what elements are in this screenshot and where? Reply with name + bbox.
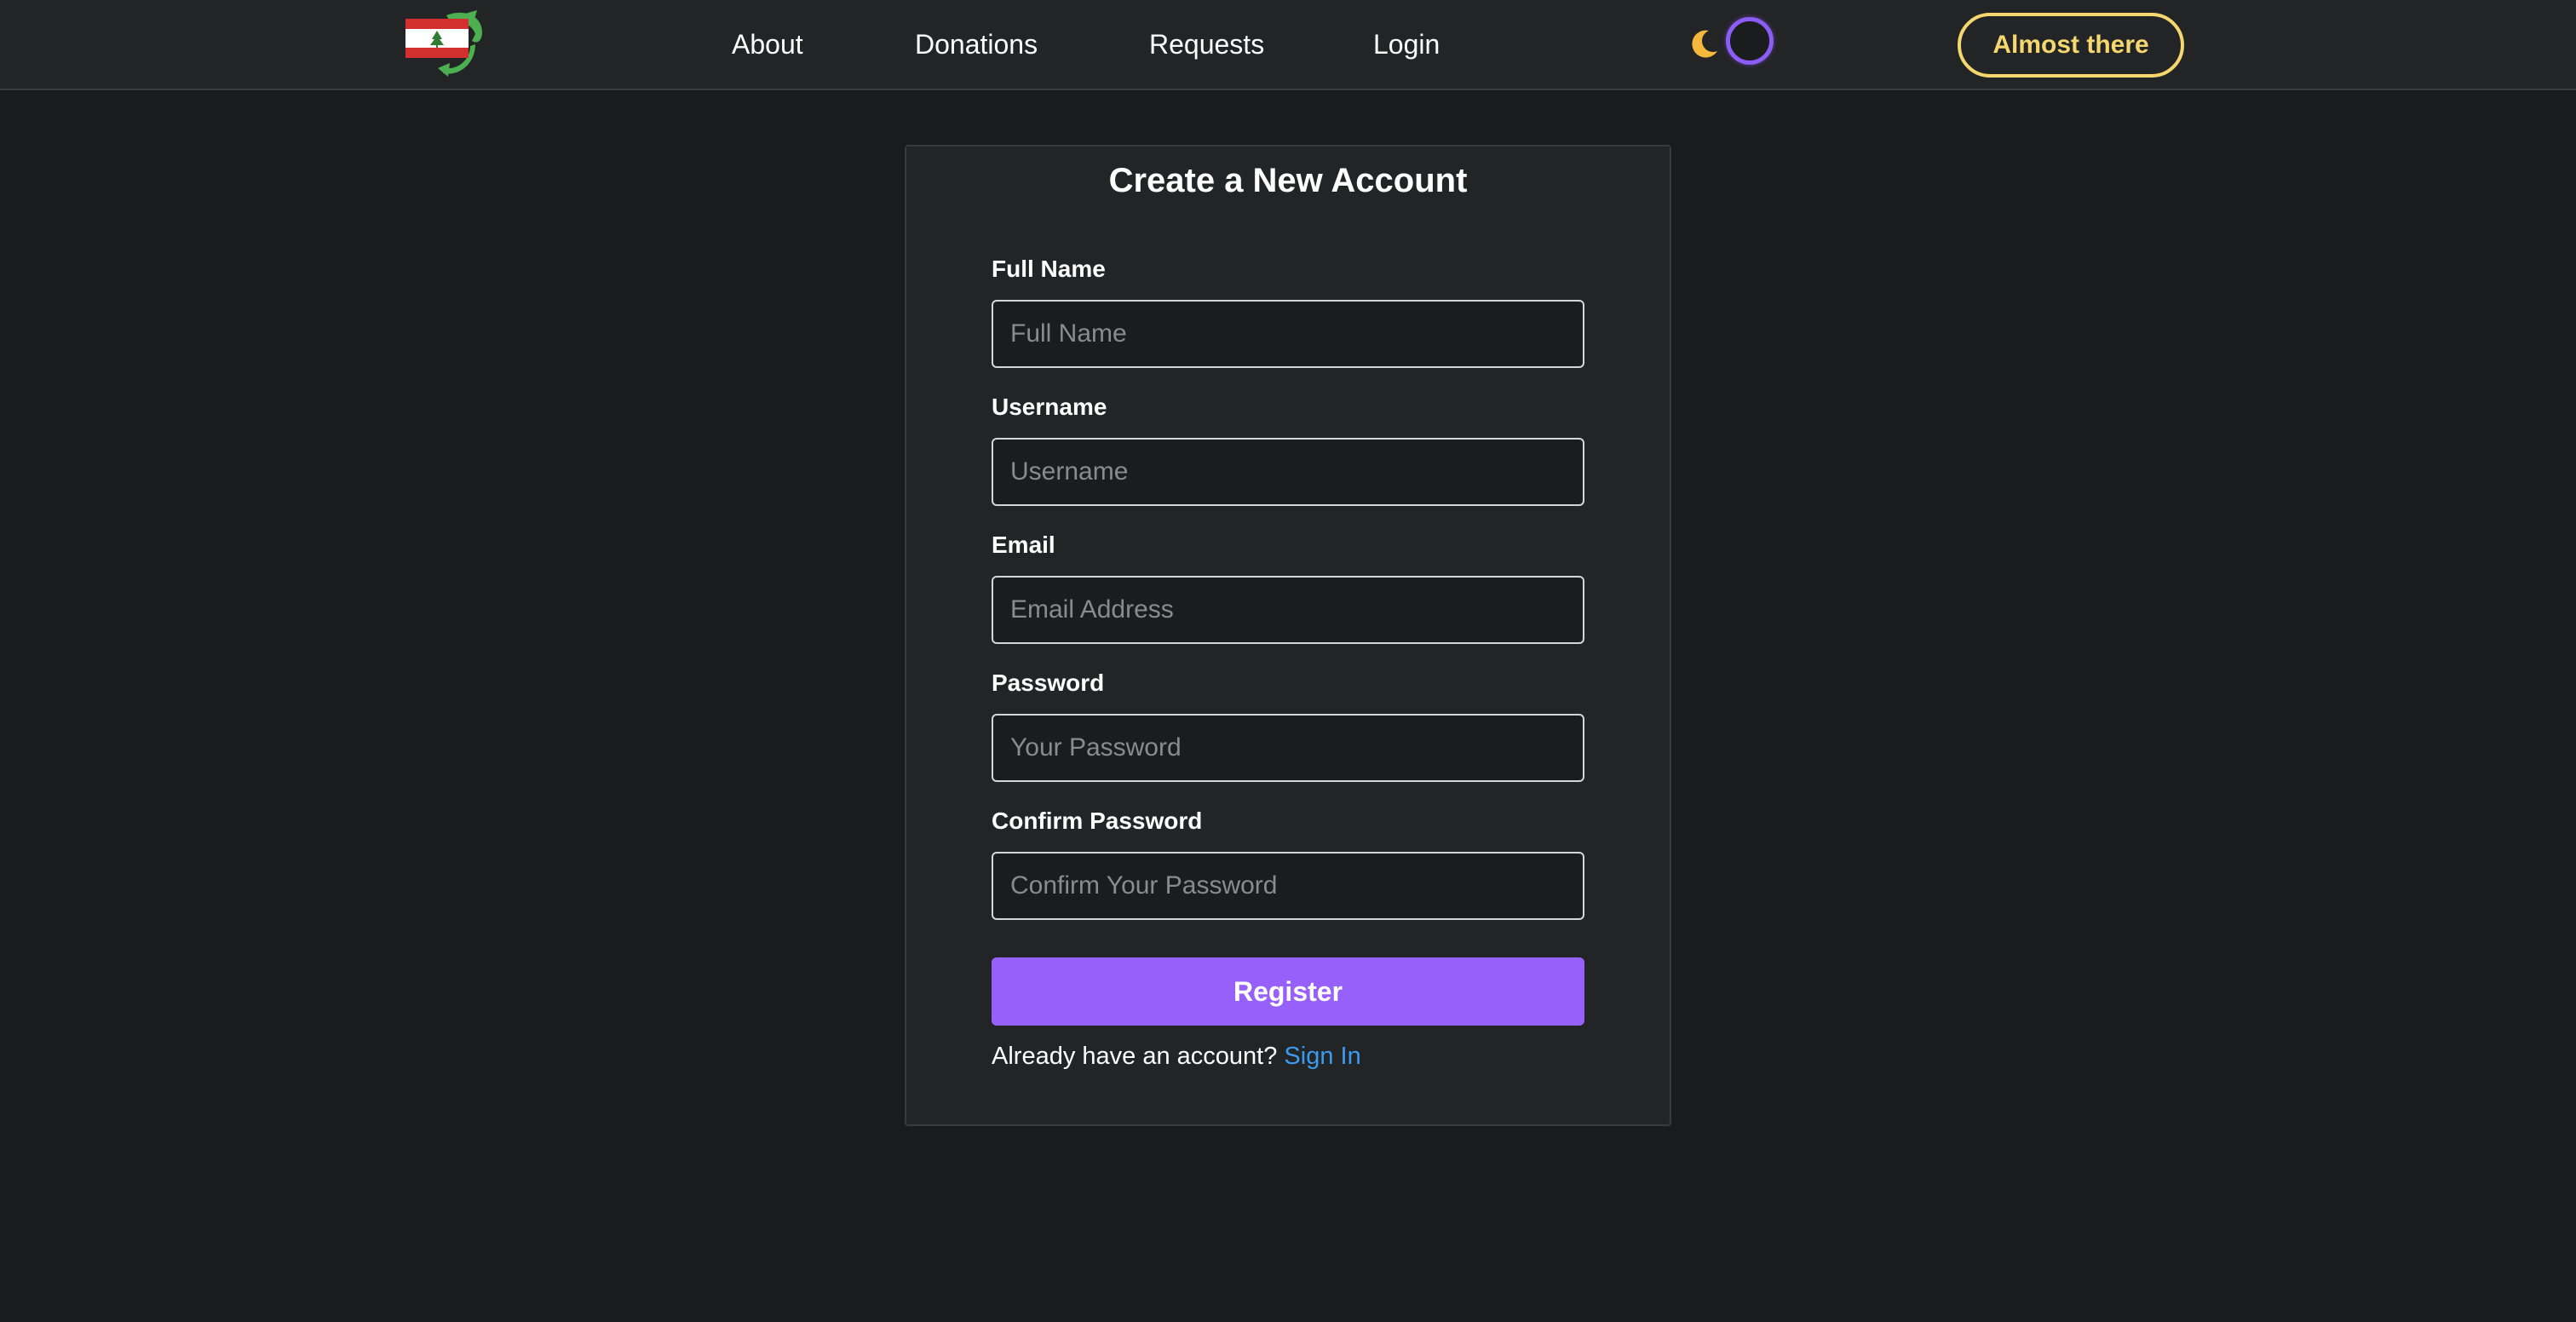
nav-about-link[interactable]: About xyxy=(732,29,803,60)
nav-requests-link[interactable]: Requests xyxy=(1149,29,1264,60)
confirm-password-label: Confirm Password xyxy=(992,808,1203,834)
signin-prompt: Already have an account? Sign In xyxy=(992,1043,1361,1071)
password-label: Password xyxy=(992,670,1105,696)
username-label: Username xyxy=(992,394,1107,420)
username-input[interactable] xyxy=(992,438,1584,506)
signin-prompt-text: Already have an account? xyxy=(992,1043,1278,1070)
theme-toggle[interactable] xyxy=(1687,14,1780,75)
full-name-label: Full Name xyxy=(992,256,1106,282)
register-card: Create a New Account Full Name Username … xyxy=(905,145,1671,1126)
logo-icon[interactable] xyxy=(404,7,486,78)
sign-in-link[interactable]: Sign In xyxy=(1284,1043,1360,1070)
full-name-input[interactable] xyxy=(992,300,1584,368)
top-navbar: About Donations Requests Login Almost th… xyxy=(0,0,2576,90)
nav-donations-link[interactable]: Donations xyxy=(915,29,1038,60)
password-input[interactable] xyxy=(992,714,1584,782)
confirm-password-input[interactable] xyxy=(992,852,1584,920)
email-input[interactable] xyxy=(992,576,1584,644)
moon-icon xyxy=(1687,27,1721,61)
almost-there-button[interactable]: Almost there xyxy=(1958,13,2184,78)
email-label: Email xyxy=(992,532,1055,558)
page-title: Create a New Account xyxy=(1108,162,1468,199)
nav-login-link[interactable]: Login xyxy=(1373,29,1440,60)
register-button[interactable]: Register xyxy=(992,957,1584,1026)
toggle-knob xyxy=(1726,17,1774,65)
